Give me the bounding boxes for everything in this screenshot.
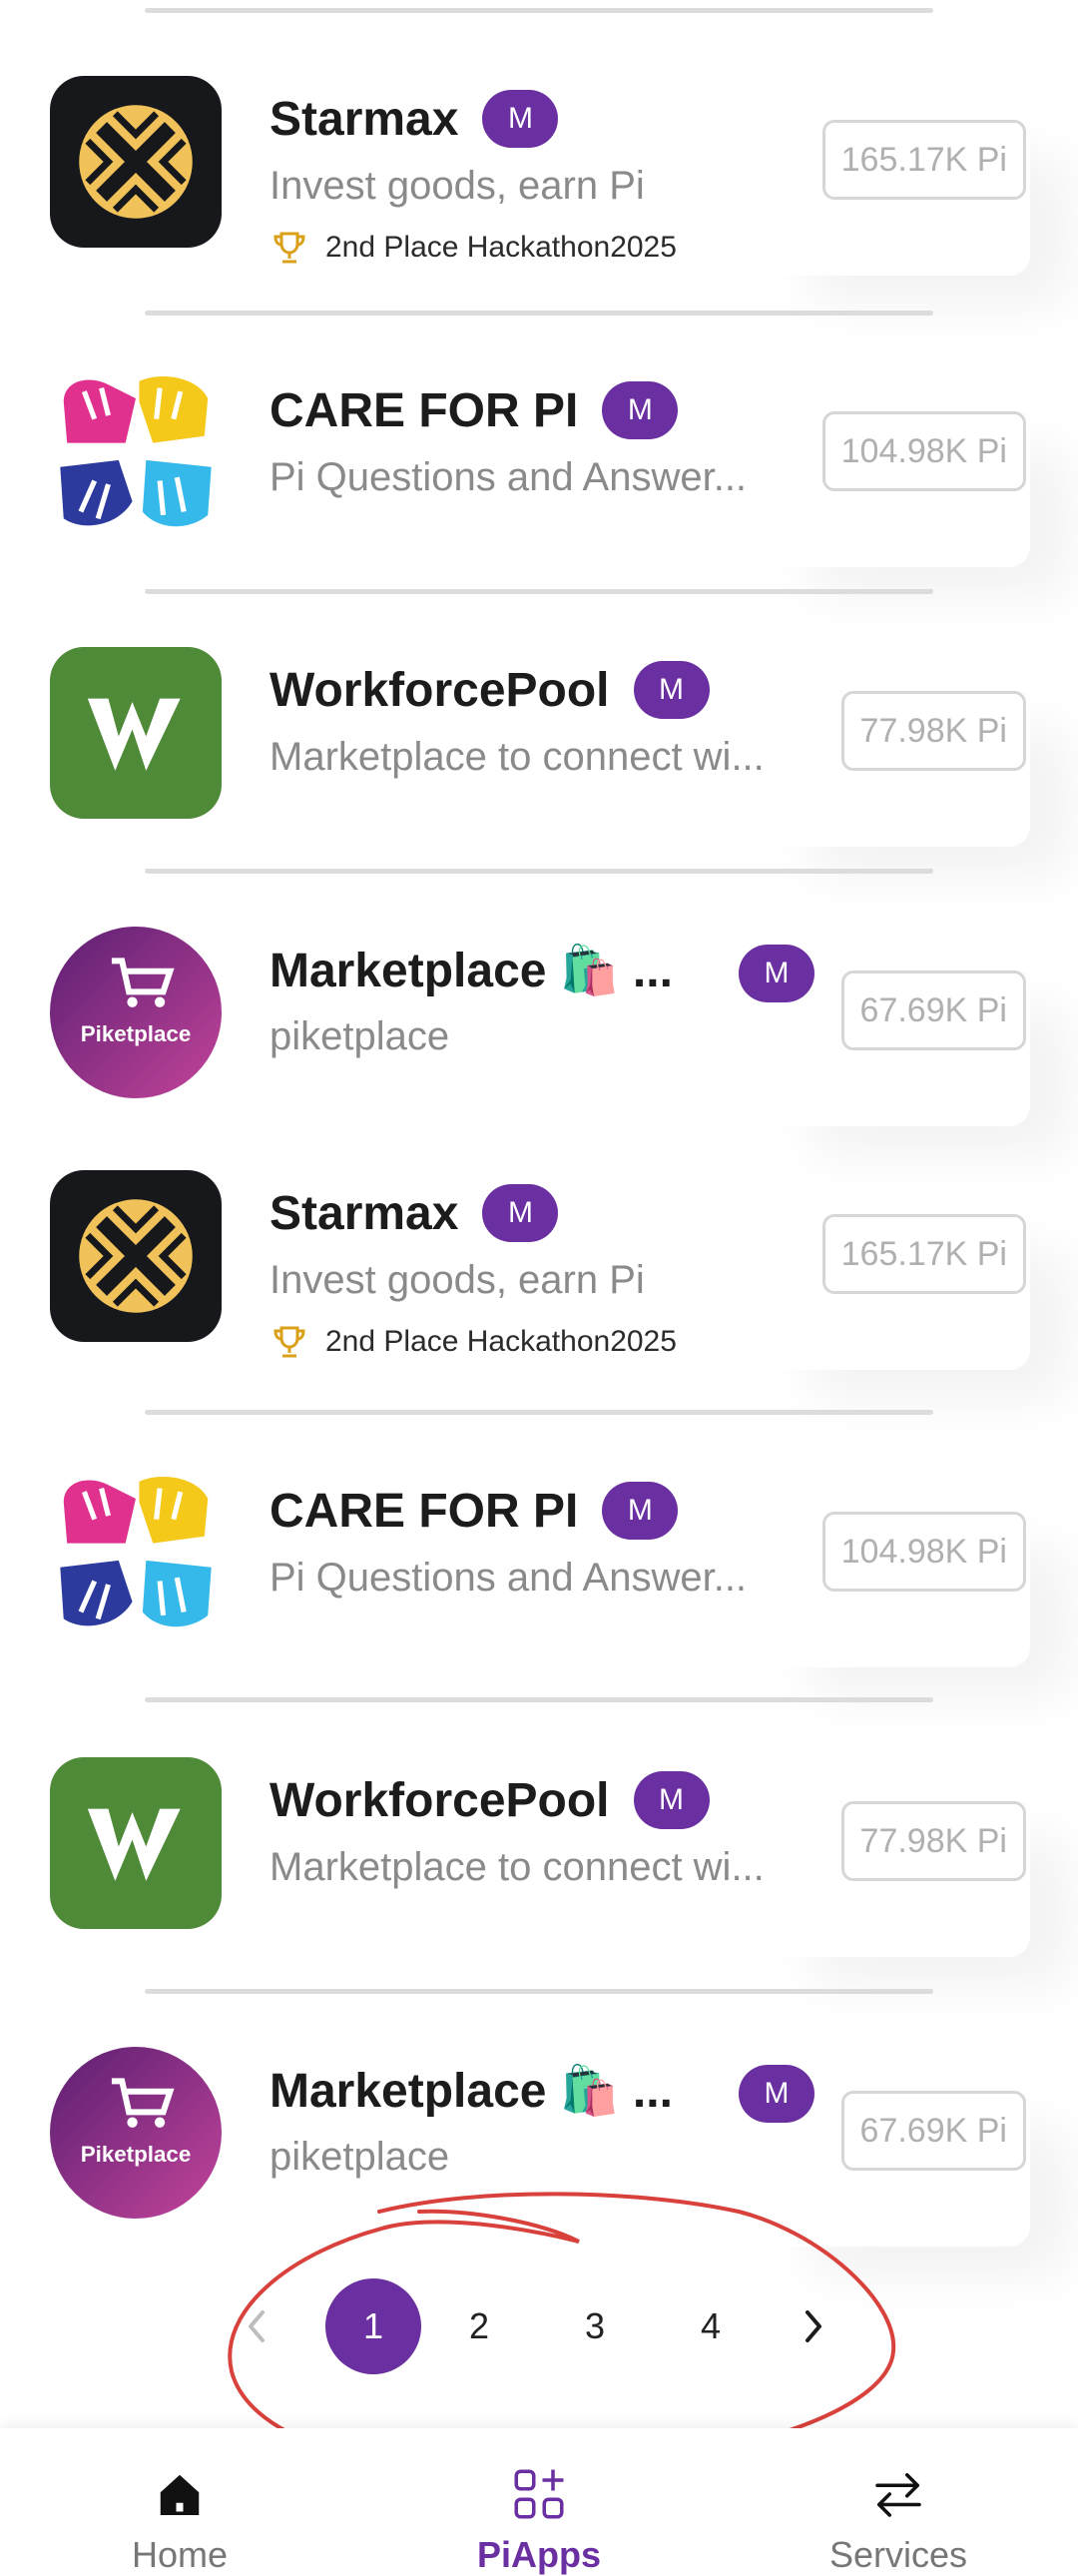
piketplace-cart-icon: Piketplace xyxy=(50,2047,222,2219)
app-title: CARE FOR PI xyxy=(270,383,579,437)
app-title: CARE FOR PI xyxy=(270,1484,579,1538)
divider xyxy=(145,869,933,874)
app-description: Invest goods, earn Pi xyxy=(270,1258,645,1302)
app-title: Starmax xyxy=(270,1186,459,1240)
swap-arrows-icon xyxy=(875,2473,921,2517)
award-line: 2nd Place Hackathon2025 xyxy=(270,1322,677,1362)
nav-services[interactable]: Services xyxy=(759,2428,1038,2576)
divider xyxy=(145,1697,933,1702)
bottom-navigation: Home PiApps Services xyxy=(0,2428,1078,2576)
app-description: Invest goods, earn Pi xyxy=(270,164,645,208)
app-description: piketplace xyxy=(270,1014,450,1058)
divider xyxy=(145,589,933,594)
divider xyxy=(145,311,933,316)
award-line: 2nd Place Hackathon2025 xyxy=(270,228,677,268)
svg-text:Piketplace: Piketplace xyxy=(81,1021,192,1046)
pi-amount-chip: 67.69K Pi xyxy=(840,2091,1026,2171)
m-badge: M xyxy=(633,1771,710,1829)
care-for-pi-hands-icon xyxy=(50,1468,222,1639)
pi-amount-chip: 165.17K Pi xyxy=(821,1214,1026,1294)
app-row-starmax[interactable]: Starmax M Invest goods, earn Pi 2nd Plac… xyxy=(0,76,1078,264)
pi-amount-chip: 77.98K Pi xyxy=(840,691,1026,771)
app-description: Pi Questions and Answer... xyxy=(270,1556,748,1600)
nav-label: Home xyxy=(131,2534,229,2575)
pi-amount-chip: 165.17K Pi xyxy=(821,120,1026,200)
care-for-pi-hands-icon xyxy=(50,367,222,539)
pi-amount-chip: 104.98K Pi xyxy=(821,411,1026,491)
piketplace-cart-icon: Piketplace xyxy=(50,927,222,1098)
trophy-icon xyxy=(273,232,305,264)
app-title: Marketplace 🛍️ ... xyxy=(270,944,673,997)
divider xyxy=(145,1989,933,1994)
svg-text:Piketplace: Piketplace xyxy=(81,2142,192,2167)
nav-label: PiApps xyxy=(476,2534,601,2575)
pi-amount-chip: 104.98K Pi xyxy=(821,1512,1026,1592)
app-row-marketplace[interactable]: Piketplace Marketplace 🛍️ ... M piketpla… xyxy=(0,927,1078,1106)
m-badge: M xyxy=(633,661,710,719)
home-icon xyxy=(160,2474,200,2515)
m-badge: M xyxy=(602,1482,679,1540)
app-title: WorkforcePool xyxy=(270,1773,610,1827)
m-badge: M xyxy=(482,1184,559,1242)
apps-grid-icon xyxy=(514,2469,564,2519)
app-description: Marketplace to connect wi... xyxy=(270,1845,765,1889)
award-text: 2nd Place Hackathon2025 xyxy=(325,1325,677,1358)
app-row-workforcepool[interactable]: WorkforcePool M Marketplace to connect w… xyxy=(0,647,1078,827)
app-title: Starmax xyxy=(270,92,459,146)
app-row-care-for-pi[interactable]: CARE FOR PI M Pi Questions and Answer...… xyxy=(0,1468,1078,1647)
divider xyxy=(145,8,933,13)
starmax-logo-icon xyxy=(50,1170,222,1342)
nav-home[interactable]: Home xyxy=(40,2428,319,2576)
app-description: Pi Questions and Answer... xyxy=(270,455,748,499)
nav-piapps[interactable]: PiApps xyxy=(399,2428,679,2576)
award-text: 2nd Place Hackathon2025 xyxy=(325,231,677,264)
m-badge: M xyxy=(739,945,814,1002)
pi-amount-chip: 67.69K Pi xyxy=(840,970,1026,1050)
workforcepool-w-icon xyxy=(50,1757,222,1929)
app-row-care-for-pi[interactable]: CARE FOR PI M Pi Questions and Answer...… xyxy=(0,367,1078,547)
pi-amount-chip: 77.98K Pi xyxy=(840,1801,1026,1881)
app-row-starmax[interactable]: Starmax M Invest goods, earn Pi 2nd Plac… xyxy=(0,1170,1078,1358)
m-badge: M xyxy=(739,2065,814,2123)
app-description: Marketplace to connect wi... xyxy=(270,735,765,779)
m-badge: M xyxy=(602,381,679,439)
divider xyxy=(145,1410,933,1415)
app-title: Marketplace 🛍️ ... xyxy=(270,2064,673,2118)
nav-label: Services xyxy=(828,2534,968,2575)
app-title: WorkforcePool xyxy=(270,663,610,717)
trophy-icon xyxy=(273,1326,305,1358)
starmax-logo-icon xyxy=(50,76,222,248)
app-row-workforcepool[interactable]: WorkforcePool M Marketplace to connect w… xyxy=(0,1757,1078,1937)
workforcepool-w-icon xyxy=(50,647,222,819)
m-badge: M xyxy=(482,90,559,148)
